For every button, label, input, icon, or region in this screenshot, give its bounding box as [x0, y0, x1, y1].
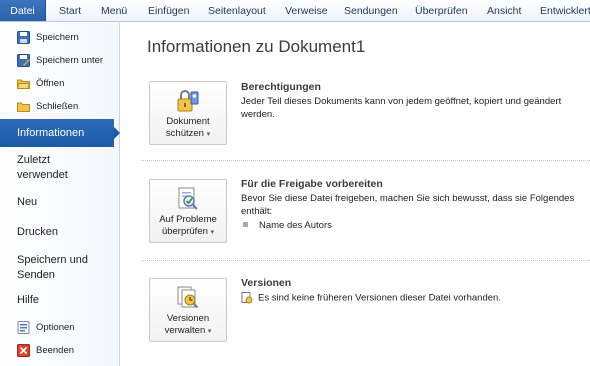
save-as-command-label: Speichern unter: [36, 54, 104, 66]
nav-section-help[interactable]: Hilfe: [0, 293, 119, 308]
tab-file[interactable]: Datei: [0, 0, 46, 21]
close-command-label: Schließen: [36, 100, 79, 112]
close-folder-icon: [17, 102, 30, 112]
permissions-description: Jeder Teil dieses Dokuments kann von jed…: [241, 96, 562, 120]
version-document-icon: [241, 292, 253, 304]
tab-page-layout[interactable]: Seitenlayout: [208, 0, 266, 21]
check-issues-button-text: Auf Probleme überprüfen ▾: [150, 214, 226, 239]
close-command[interactable]: Schließen: [0, 95, 119, 117]
exit-command-label: Beenden: [36, 344, 75, 356]
protect-document-button[interactable]: Dokument schützen ▾: [149, 81, 227, 145]
section-divider: [141, 160, 590, 161]
exit-command[interactable]: Beenden: [0, 339, 119, 361]
options-icon: [17, 320, 30, 334]
tab-menu[interactable]: Menü: [101, 0, 127, 21]
prepare-description: Bevor Sie diese Datei freigeben, machen …: [241, 193, 575, 217]
open-command[interactable]: Öffnen: [0, 72, 119, 94]
check-issues-line2: überprüfen: [161, 226, 208, 237]
lock-key-icon: [177, 90, 199, 112]
prepare-heading: Für die Freigabe vorbereiten: [241, 178, 383, 190]
manage-versions-button-text: Versionen verwalten ▾: [150, 313, 226, 338]
tab-developer[interactable]: Entwicklertools: [540, 0, 590, 21]
section-divider: [141, 260, 590, 261]
chevron-down-icon: ▾: [210, 229, 215, 236]
protect-document-line2: schützen: [165, 128, 204, 139]
versions-heading: Versionen: [241, 277, 292, 289]
backstage-nav: Speichern Speichern unter Öffnen Schließ…: [0, 23, 120, 366]
versions-status-text: Es sind keine früheren Versionen dieser …: [258, 292, 501, 304]
bullet-square-icon: [243, 221, 248, 227]
save-as-command[interactable]: Speichern unter: [0, 49, 119, 71]
tab-review[interactable]: Überprüfen: [415, 0, 468, 21]
save-command[interactable]: Speichern: [0, 26, 119, 48]
tab-view[interactable]: Ansicht: [487, 0, 521, 21]
ribbon-tab-bar: Datei Start Menü Einfügen Seitenlayout V…: [0, 0, 590, 22]
open-folder-icon: [17, 79, 30, 89]
check-issues-button[interactable]: Auf Probleme überprüfen ▾: [149, 179, 227, 243]
save-icon: [17, 30, 30, 44]
versions-status: Es sind keine früheren Versionen dieser …: [241, 292, 501, 304]
options-command-label: Optionen: [36, 321, 75, 333]
tab-start[interactable]: Start: [59, 0, 81, 21]
protect-document-button-text: Dokument schützen ▾: [150, 116, 226, 141]
check-issues-line1: Auf Probleme: [159, 214, 217, 225]
open-command-label: Öffnen: [36, 77, 65, 89]
permissions-heading: Berechtigungen: [241, 81, 321, 93]
inspect-document-icon: [178, 187, 198, 210]
page-title: Informationen zu Dokument1: [147, 37, 366, 56]
nav-section-print[interactable]: Drucken: [0, 225, 119, 240]
versions-icon: [177, 286, 199, 309]
prepare-item: Name des Autors: [243, 220, 332, 231]
chevron-down-icon: ▾: [207, 328, 212, 335]
chevron-down-icon: ▾: [206, 131, 211, 138]
exit-icon: [17, 343, 30, 357]
tab-mailings[interactable]: Sendungen: [344, 0, 398, 21]
prepare-item-label: Name des Autors: [259, 220, 332, 231]
tab-insert[interactable]: Einfügen: [148, 0, 189, 21]
nav-section-recent[interactable]: Zuletzt verwendet: [0, 153, 100, 183]
save-as-icon: [17, 53, 30, 67]
options-command[interactable]: Optionen: [0, 316, 119, 338]
protect-document-line1: Dokument: [166, 116, 210, 127]
manage-versions-line1: Versionen: [166, 313, 210, 324]
save-command-label: Speichern: [36, 31, 79, 43]
info-panel: Informationen zu Dokument1 Dokument schü…: [121, 23, 590, 366]
nav-section-save-send[interactable]: Speichern und Senden: [0, 253, 104, 283]
tab-references[interactable]: Verweise: [285, 0, 328, 21]
manage-versions-line2: verwalten: [164, 325, 206, 336]
nav-section-info[interactable]: Informationen: [0, 119, 120, 147]
manage-versions-button[interactable]: Versionen verwalten ▾: [149, 278, 227, 342]
nav-section-new[interactable]: Neu: [0, 195, 119, 210]
